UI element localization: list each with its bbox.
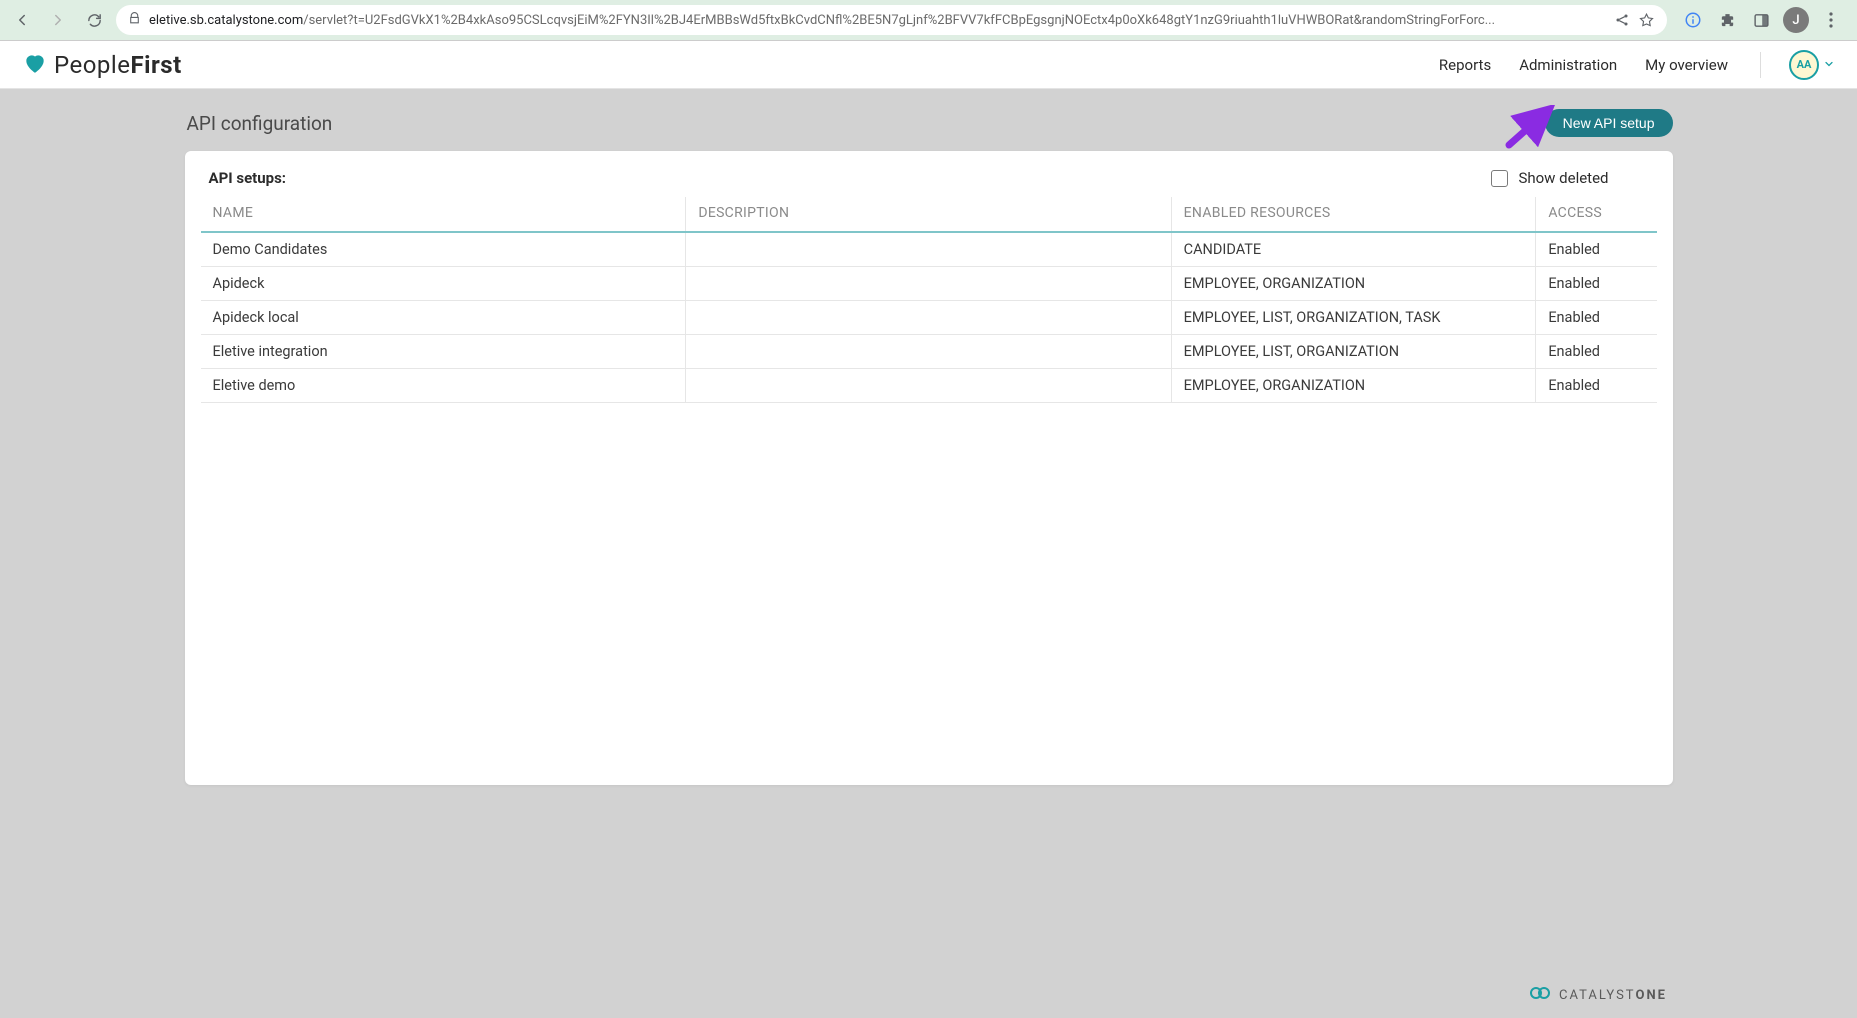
api-setups-card: API setups: Show deleted NAME DESCRIPTIO… (185, 151, 1673, 785)
show-deleted-toggle[interactable]: Show deleted (1491, 169, 1648, 187)
cell-name: Demo Candidates (201, 232, 686, 267)
brand-text: PeopleFirst (54, 51, 182, 79)
heart-icon (22, 50, 48, 80)
address-bar[interactable]: eletive.sb.catalystone.com/servlet?t=U2F… (116, 5, 1667, 35)
cell-description (686, 301, 1171, 335)
cell-access: Enabled (1536, 301, 1657, 335)
cell-description (686, 267, 1171, 301)
page-header: API configuration New API setup (185, 89, 1673, 151)
new-api-setup-button[interactable]: New API setup (1545, 109, 1673, 137)
cell-description (686, 335, 1171, 369)
cell-resources: EMPLOYEE, ORGANIZATION (1171, 369, 1536, 403)
cell-name: Apideck (201, 267, 686, 301)
user-menu[interactable]: AA (1789, 50, 1835, 80)
cell-description (686, 369, 1171, 403)
card-header: API setups: Show deleted (185, 169, 1673, 197)
table-row[interactable]: Apideck EMPLOYEE, ORGANIZATIONEnabled (201, 267, 1657, 301)
cell-access: Enabled (1536, 267, 1657, 301)
checkbox-icon (1491, 170, 1508, 187)
col-header-description[interactable]: DESCRIPTION (686, 197, 1171, 232)
page-title: API configuration (185, 112, 333, 135)
brand-logo[interactable]: PeopleFirst (22, 50, 182, 80)
reload-button[interactable] (80, 6, 108, 34)
extension-icons: J (1675, 7, 1849, 33)
cell-name: Eletive integration (201, 335, 686, 369)
extensions-icon[interactable] (1715, 8, 1739, 32)
profile-avatar[interactable]: J (1783, 7, 1809, 33)
star-icon[interactable] (1638, 12, 1655, 29)
nav-reports[interactable]: Reports (1439, 56, 1491, 74)
cell-name: Apideck local (201, 301, 686, 335)
col-header-resources[interactable]: ENABLED RESOURCES (1171, 197, 1536, 232)
panel-icon[interactable] (1749, 8, 1773, 32)
api-setups-table: NAME DESCRIPTION ENABLED RESOURCES ACCES… (201, 197, 1657, 403)
extension-icon-1[interactable] (1681, 8, 1705, 32)
cell-access: Enabled (1536, 335, 1657, 369)
back-button[interactable] (8, 6, 36, 34)
cell-description (686, 232, 1171, 267)
show-deleted-label: Show deleted (1518, 169, 1608, 187)
table-row[interactable]: Apideck local EMPLOYEE, LIST, ORGANIZATIO… (201, 301, 1657, 335)
nav-my-overview[interactable]: My overview (1645, 56, 1728, 74)
cell-resources: EMPLOYEE, LIST, ORGANIZATION, TASK (1171, 301, 1536, 335)
table-row[interactable]: Eletive demo EMPLOYEE, ORGANIZATIONEnable… (201, 369, 1657, 403)
cell-name: Eletive demo (201, 369, 686, 403)
footer-brand-text: CATALYSTONE (1559, 988, 1667, 1003)
app-container: PeopleFirst Reports Administration My ov… (0, 41, 1857, 1018)
kebab-menu[interactable] (1819, 12, 1843, 28)
footer-brand: CATALYSTONE (1529, 986, 1667, 1004)
nav-divider (1760, 52, 1761, 78)
table-row[interactable]: Eletive integration EMPLOYEE, LIST, ORGAN… (201, 335, 1657, 369)
cell-resources: CANDIDATE (1171, 232, 1536, 267)
cell-resources: EMPLOYEE, LIST, ORGANIZATION (1171, 335, 1536, 369)
lock-icon (128, 12, 141, 29)
table-row[interactable]: Demo Candidates CANDIDATEEnabled (201, 232, 1657, 267)
nav-right: Reports Administration My overview AA (1439, 50, 1835, 80)
share-icon[interactable] (1614, 12, 1630, 28)
nav-administration[interactable]: Administration (1519, 56, 1617, 74)
browser-chrome: eletive.sb.catalystone.com/servlet?t=U2F… (0, 0, 1857, 41)
user-avatar: AA (1789, 50, 1819, 80)
api-setups-label: API setups: (209, 169, 287, 187)
cell-resources: EMPLOYEE, ORGANIZATION (1171, 267, 1536, 301)
footer-logo-icon (1529, 986, 1551, 1004)
cell-access: Enabled (1536, 232, 1657, 267)
cell-access: Enabled (1536, 369, 1657, 403)
url-text: eletive.sb.catalystone.com/servlet?t=U2F… (149, 13, 1606, 28)
col-header-name[interactable]: NAME (201, 197, 686, 232)
top-nav: PeopleFirst Reports Administration My ov… (0, 41, 1857, 89)
col-header-access[interactable]: ACCESS (1536, 197, 1657, 232)
forward-button[interactable] (44, 6, 72, 34)
chevron-down-icon (1823, 55, 1835, 74)
